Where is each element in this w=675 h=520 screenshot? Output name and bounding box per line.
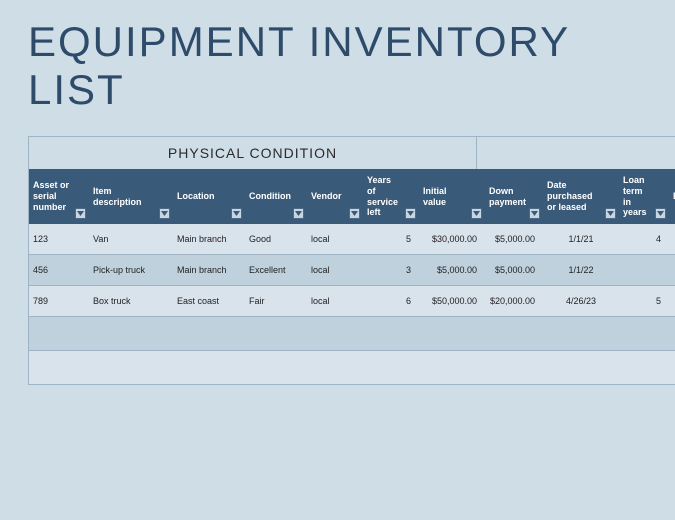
col-label: Condition [249,191,305,202]
col-loan-rate[interactable]: Loan ra [669,169,675,224]
cell-down: $20,000.00 [485,286,543,317]
col-date-purchased[interactable]: Date purchased or leased [543,169,619,224]
inventory-table: Asset or serial number Item description … [29,169,675,385]
cell-date: 1/1/21 [543,224,619,255]
col-label: Down payment [489,186,540,208]
table-row: 789 Box truck East coast Fair local 6 $5… [29,286,675,317]
cell-term: 4 [619,224,669,255]
col-years-service[interactable]: Years of service left [363,169,419,224]
cell-condition: Fair [245,286,307,317]
cell-years: 6 [363,286,419,317]
cell-asset: 456 [29,255,89,286]
cell-asset: 123 [29,224,89,255]
filter-dropdown-icon[interactable] [75,208,86,219]
cell-years: 5 [363,224,419,255]
cell-term: 5 [619,286,669,317]
cell-asset: 789 [29,286,89,317]
section-header-physical-condition: PHYSICAL CONDITION [29,137,477,169]
cell-down: $5,000.00 [485,224,543,255]
cell-initial: $5,000.00 [419,255,485,286]
cell-location: East coast [173,286,245,317]
col-loan-term[interactable]: Loan term in years [619,169,669,224]
cell-down: $5,000.00 [485,255,543,286]
table-row: 123 Van Main branch Good local 5 $30,000… [29,224,675,255]
cell-condition: Good [245,224,307,255]
col-label: Initial value [423,186,481,208]
inventory-table-wrap: PHYSICAL CONDITION Asset or serial numbe… [28,136,675,385]
cell-rate [669,286,675,317]
filter-dropdown-icon[interactable] [529,208,540,219]
col-down-payment[interactable]: Down payment [485,169,543,224]
col-location[interactable]: Location [173,169,245,224]
cell-rate [669,255,675,286]
col-label: Vendor [311,191,356,202]
cell-date: 4/26/23 [543,286,619,317]
table-row-blank [29,351,675,385]
col-vendor[interactable]: Vendor [307,169,363,224]
cell-term [619,255,669,286]
cell-vendor: local [307,286,363,317]
page-title: EQUIPMENT INVENTORY LIST [0,0,675,136]
table-row: 456 Pick-up truck Main branch Excellent … [29,255,675,286]
cell-vendor: local [307,255,363,286]
cell-location: Main branch [173,255,245,286]
filter-dropdown-icon[interactable] [655,208,666,219]
col-label: Item description [93,186,169,208]
col-item-description[interactable]: Item description [89,169,173,224]
filter-dropdown-icon[interactable] [159,208,170,219]
filter-dropdown-icon[interactable] [605,208,616,219]
cell-rate: 1 [669,224,675,255]
cell-date: 1/1/22 [543,255,619,286]
cell-location: Main branch [173,224,245,255]
cell-item: Box truck [89,286,173,317]
table-row-blank [29,317,675,351]
section-header-row: PHYSICAL CONDITION [29,136,675,169]
cell-vendor: local [307,224,363,255]
col-label: Location [177,191,229,202]
filter-dropdown-icon[interactable] [349,208,360,219]
filter-dropdown-icon[interactable] [293,208,304,219]
cell-initial: $30,000.00 [419,224,485,255]
col-initial-value[interactable]: Initial value [419,169,485,224]
filter-dropdown-icon[interactable] [405,208,416,219]
cell-years: 3 [363,255,419,286]
cell-item: Pick-up truck [89,255,173,286]
cell-initial: $50,000.00 [419,286,485,317]
filter-dropdown-icon[interactable] [471,208,482,219]
col-condition[interactable]: Condition [245,169,307,224]
filter-dropdown-icon[interactable] [231,208,242,219]
cell-item: Van [89,224,173,255]
table-header-row: Asset or serial number Item description … [29,169,675,224]
col-asset-number[interactable]: Asset or serial number [29,169,89,224]
cell-condition: Excellent [245,255,307,286]
